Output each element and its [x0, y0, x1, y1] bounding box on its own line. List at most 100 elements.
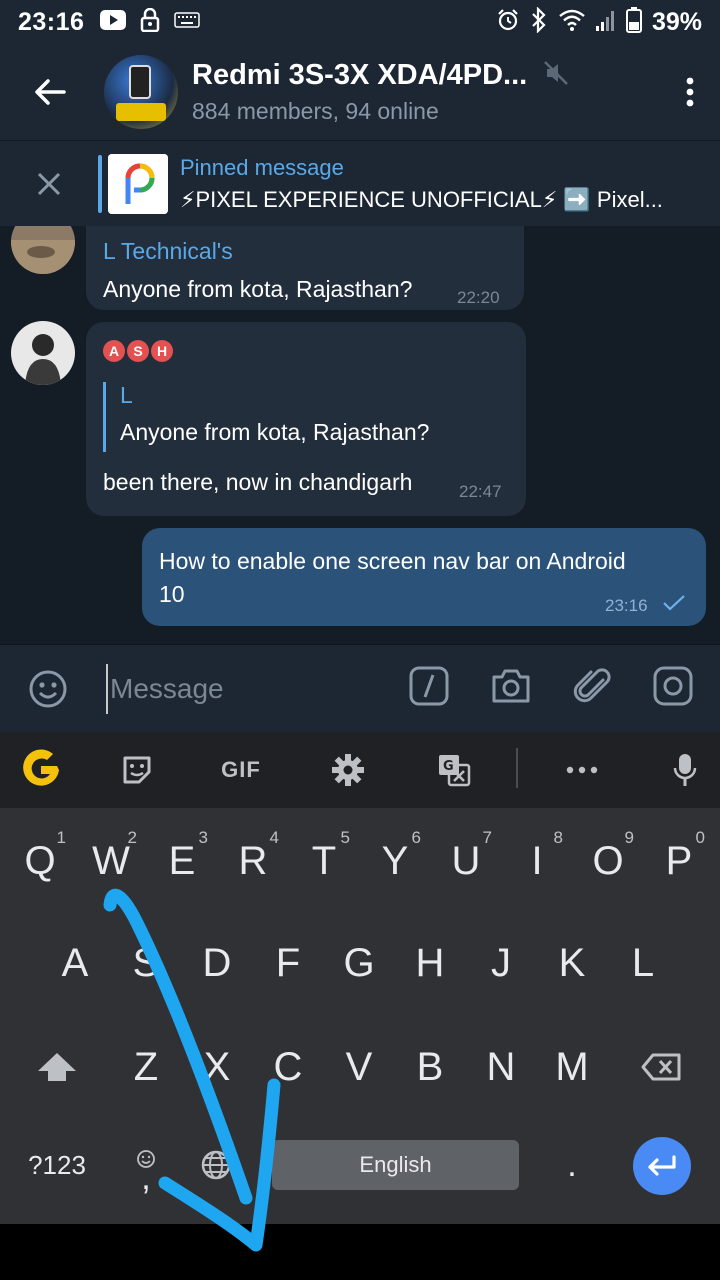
key-x[interactable]: X	[187, 1022, 247, 1112]
avatar[interactable]	[11, 226, 75, 274]
key-o[interactable]: O9	[578, 816, 638, 906]
period-key[interactable]: .	[544, 1120, 600, 1210]
message-sender[interactable]: L Technical's	[103, 238, 233, 265]
more-options-button[interactable]	[660, 44, 720, 140]
key-p[interactable]: P0	[649, 816, 709, 906]
keyboard: Q1 W2 E3 R4 T5 Y6 U7 I8 O9 P0 A S D F G …	[0, 808, 720, 1224]
voice-input-button[interactable]	[670, 732, 700, 808]
group-avatar[interactable]	[104, 55, 178, 129]
message-list[interactable]: L Technical's Anyone from kota, Rajastha…	[0, 226, 720, 644]
message-text: Anyone from kota, Rajasthan?	[103, 276, 413, 302]
chat-info[interactable]: Redmi 3S-3X XDA/4PD... 884 members, 94 o…	[192, 59, 660, 125]
key-t[interactable]: T5	[294, 816, 354, 906]
chat-subtitle: 884 members, 94 online	[192, 98, 439, 124]
youtube-icon	[100, 9, 127, 35]
reply-quote[interactable]: L Anyone from kota, Rajasthan?	[103, 382, 429, 452]
key-l[interactable]: L	[613, 918, 673, 1008]
close-pinned-button[interactable]	[0, 141, 98, 227]
sticker-button[interactable]	[115, 732, 159, 808]
key-v[interactable]: V	[329, 1022, 389, 1112]
sender-badges[interactable]: A S H	[103, 340, 173, 362]
chat-title: Redmi 3S-3X XDA/4PD...	[192, 59, 528, 91]
bot-commands-button[interactable]	[408, 665, 450, 707]
emoji-hint-icon	[136, 1134, 156, 1179]
battery-percent: 39%	[651, 7, 702, 36]
battery-icon	[625, 6, 642, 38]
key-label: T	[311, 838, 337, 883]
key-u[interactable]: U7	[436, 816, 496, 906]
key-label: P	[665, 838, 693, 883]
instant-camera-button[interactable]	[652, 665, 694, 707]
key-q[interactable]: Q1	[10, 816, 70, 906]
settings-button[interactable]	[328, 732, 368, 808]
pinned-message-bar[interactable]: Pinned message ⚡PIXEL EXPERIENCE UNOFFIC…	[0, 140, 720, 226]
space-key[interactable]: English	[272, 1140, 519, 1190]
message-input[interactable]	[106, 663, 396, 714]
symbols-key[interactable]: ?123	[16, 1120, 98, 1210]
back-button[interactable]	[0, 44, 100, 140]
gif-button[interactable]: GIF	[214, 732, 268, 808]
message-time: 23:16	[605, 596, 648, 615]
key-g[interactable]: G	[329, 918, 389, 1008]
status-time: 23:16	[18, 7, 85, 36]
key-k[interactable]: K	[542, 918, 602, 1008]
key-m[interactable]: M	[542, 1022, 602, 1112]
key-y[interactable]: Y6	[365, 816, 425, 906]
key-hint: 4	[269, 828, 279, 847]
key-hint: 9	[624, 828, 634, 847]
google-g-button[interactable]	[16, 732, 66, 808]
key-label: U	[451, 838, 481, 883]
more-tools-button[interactable]	[564, 732, 600, 808]
key-e[interactable]: E3	[152, 816, 212, 906]
pinned-accent-bar	[98, 154, 102, 213]
key-f[interactable]: F	[258, 918, 318, 1008]
comma-key[interactable]: ,	[122, 1120, 170, 1210]
message-bubble[interactable]: A S H L Anyone from kota, Rajasthan? bee…	[86, 322, 526, 516]
more-vertical-icon	[686, 77, 694, 107]
status-bar: 23:16 39%	[0, 0, 720, 44]
svg-text:G: G	[443, 759, 454, 774]
key-hint: 3	[198, 828, 208, 847]
sender-badge: S	[127, 340, 149, 362]
attach-button[interactable]	[572, 665, 614, 707]
key-d[interactable]: D	[187, 918, 247, 1008]
shift-icon	[38, 1053, 76, 1081]
key-z[interactable]: Z	[116, 1022, 176, 1112]
camera-button[interactable]	[490, 665, 532, 707]
outgoing-message-bubble[interactable]: How to enable one screen nav bar on Andr…	[142, 528, 706, 626]
emoji-button[interactable]	[0, 645, 96, 733]
sender-badge: H	[151, 340, 173, 362]
key-hint: 2	[127, 828, 137, 847]
key-c[interactable]: C	[258, 1022, 318, 1112]
message-bubble[interactable]: L Technical's Anyone from kota, Rajastha…	[86, 226, 524, 310]
message-time: 22:47	[459, 482, 502, 501]
backspace-key[interactable]	[630, 1022, 692, 1112]
key-i[interactable]: I8	[507, 816, 567, 906]
chat-header: Redmi 3S-3X XDA/4PD... 884 members, 94 o…	[0, 44, 720, 140]
key-r[interactable]: R4	[223, 816, 283, 906]
paperclip-icon	[573, 668, 611, 703]
message-input-bar	[0, 644, 720, 732]
language-key[interactable]	[188, 1120, 244, 1210]
gear-icon	[332, 754, 364, 786]
translate-button[interactable]: G	[436, 732, 472, 808]
enter-key[interactable]	[633, 1137, 691, 1195]
key-hint: 5	[340, 828, 350, 847]
key-a[interactable]: A	[45, 918, 105, 1008]
key-h[interactable]: H	[400, 918, 460, 1008]
check-icon	[662, 594, 686, 617]
avatar[interactable]	[11, 321, 75, 385]
key-j[interactable]: J	[471, 918, 531, 1008]
key-n[interactable]: N	[471, 1022, 531, 1112]
key-w[interactable]: W2	[81, 816, 141, 906]
key-label: Q	[24, 838, 56, 883]
key-label: Y	[381, 838, 409, 883]
close-icon	[37, 172, 61, 195]
key-b[interactable]: B	[400, 1022, 460, 1112]
backspace-icon	[641, 1053, 681, 1081]
key-s[interactable]: S	[116, 918, 176, 1008]
shift-key[interactable]	[26, 1022, 88, 1112]
key-hint: 8	[553, 828, 563, 847]
arrow-left-icon	[35, 79, 66, 105]
microphone-icon	[673, 754, 697, 786]
